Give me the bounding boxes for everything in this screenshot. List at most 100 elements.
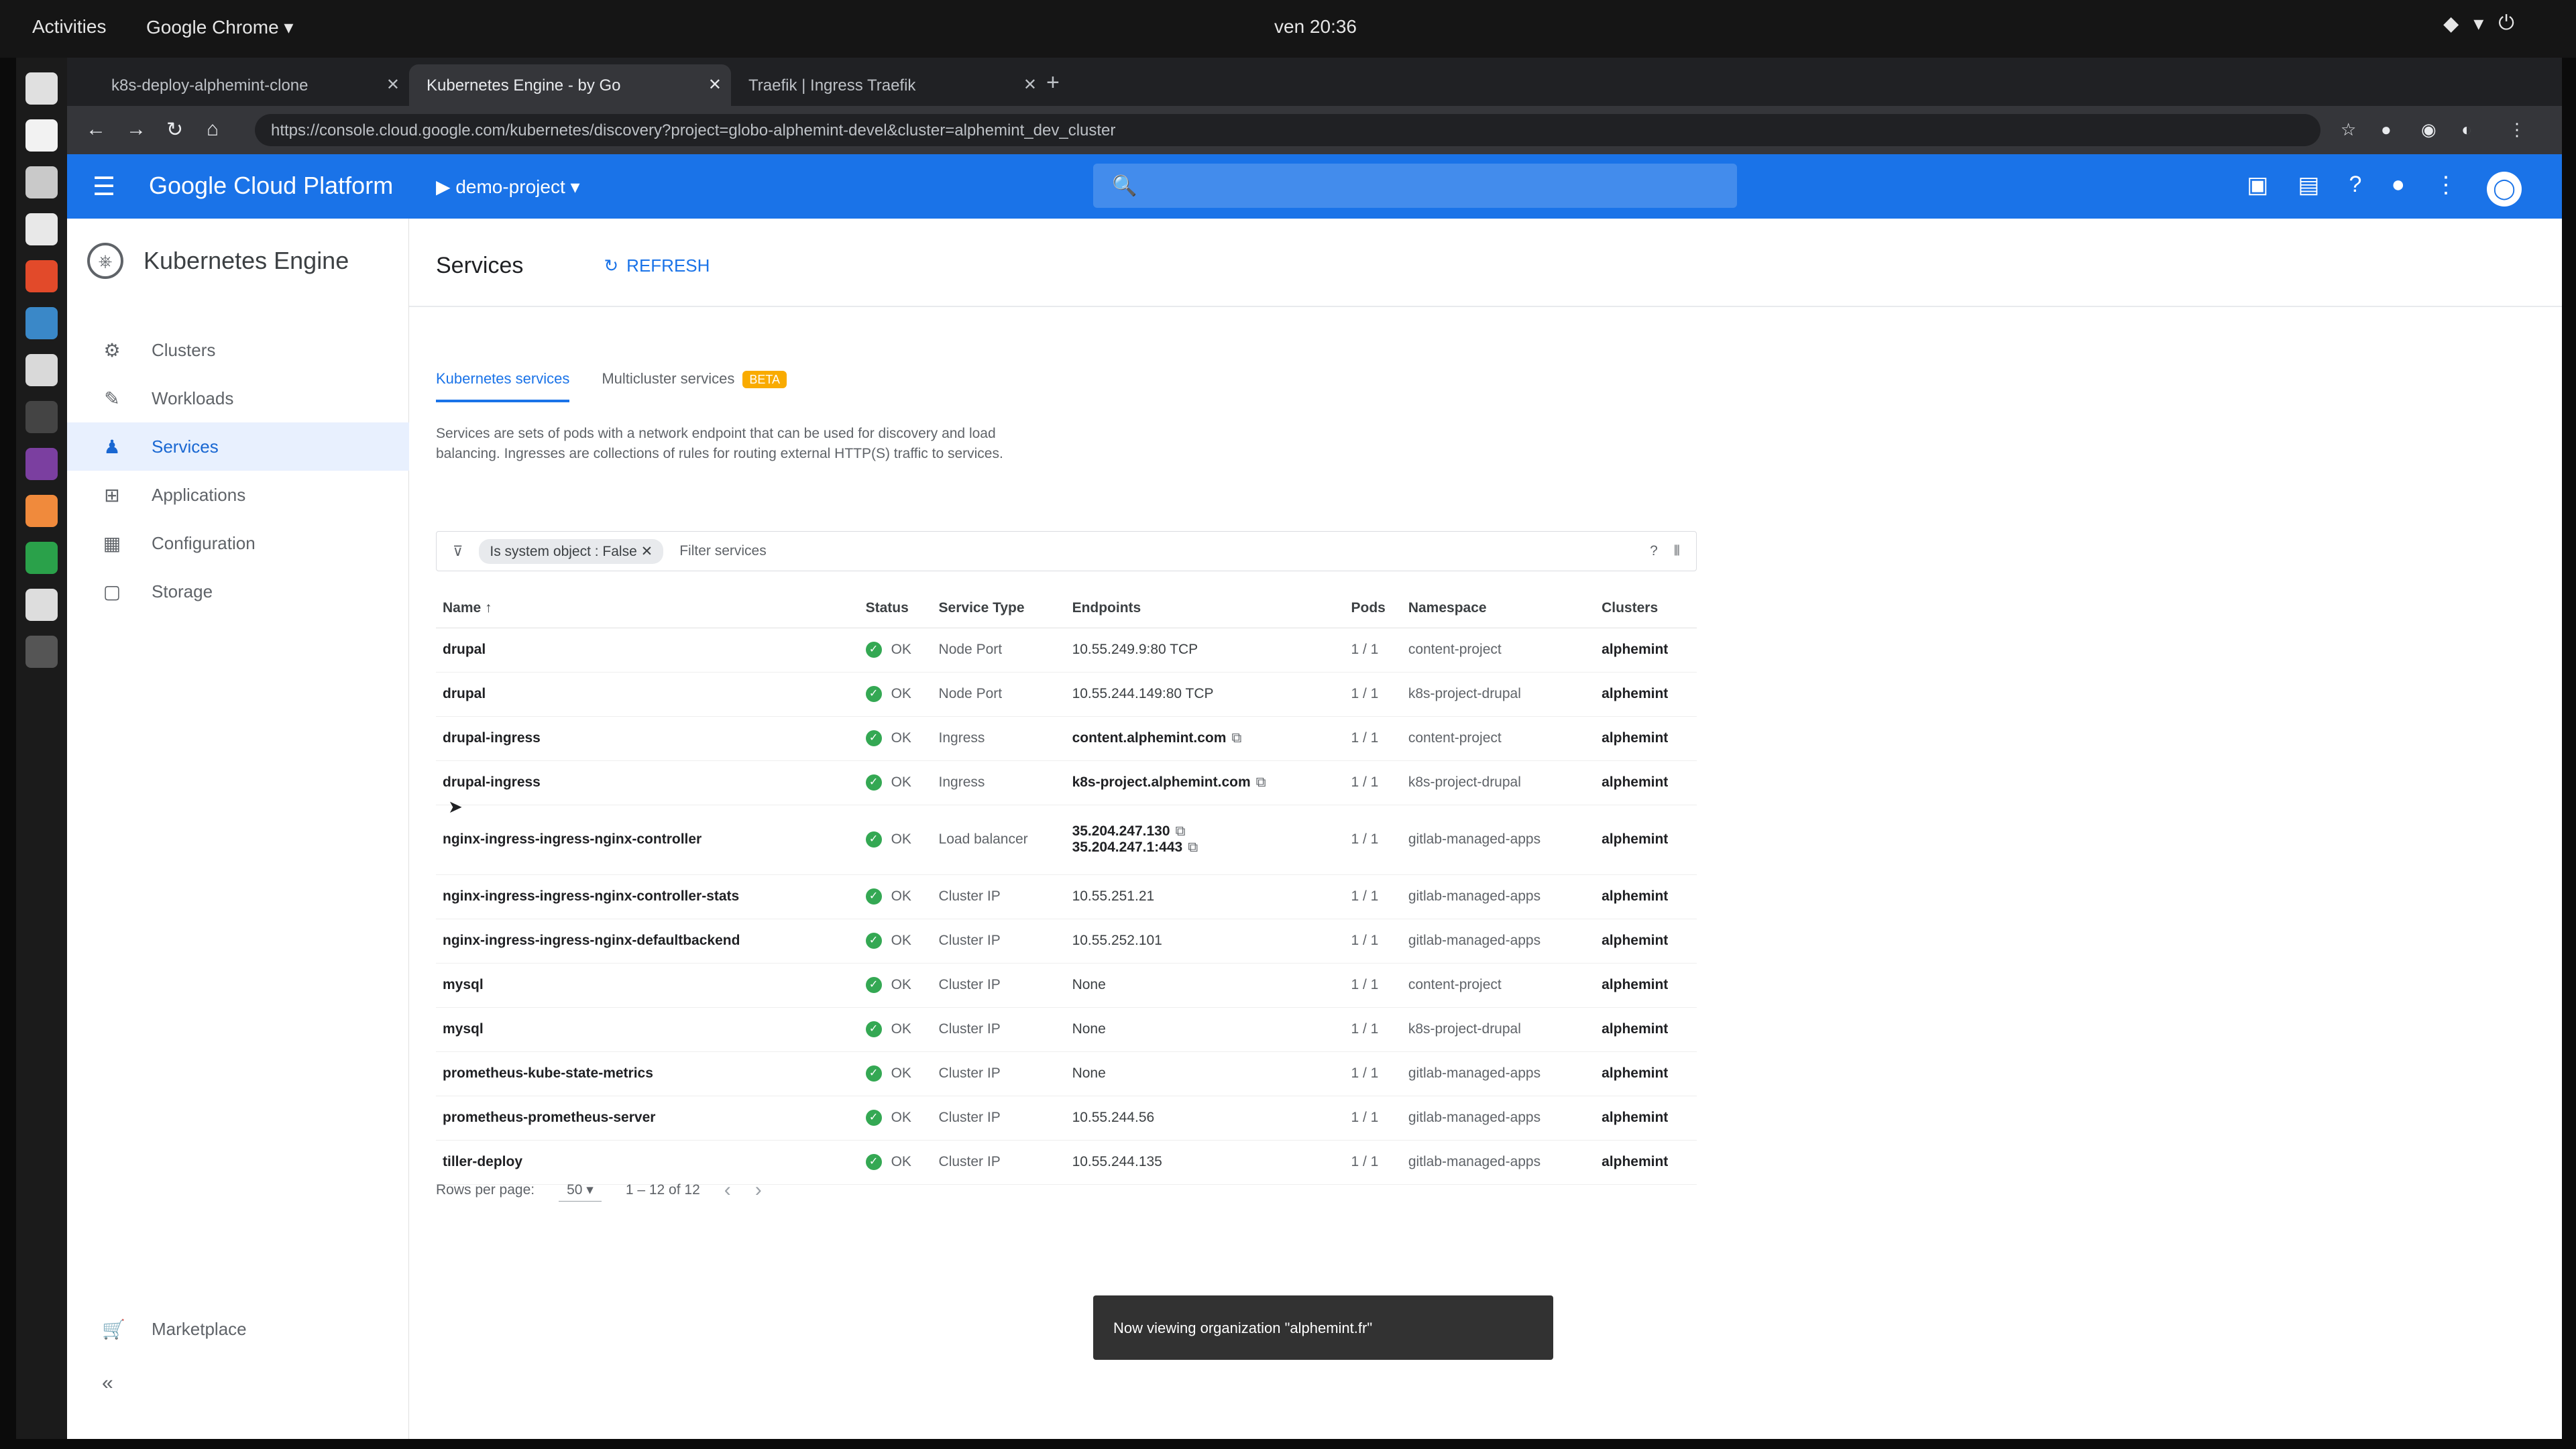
endpoint-link[interactable]: 10.55.252.101 [1072, 933, 1162, 948]
service-name-link[interactable]: drupal-ingress [436, 760, 859, 805]
mail-app-icon[interactable] [25, 166, 58, 198]
more-vert-icon[interactable]: ⋮ [2434, 172, 2457, 207]
endpoint-link[interactable]: 10.55.244.135 [1072, 1154, 1162, 1169]
open-in-new-icon[interactable]: ⧉ [1176, 823, 1186, 839]
gift-icon[interactable]: ▣ [2247, 172, 2268, 207]
service-name-link[interactable]: nginx-ingress-ingress-nginx-controller [436, 805, 859, 875]
cluster-link[interactable]: alphemint [1595, 628, 1697, 673]
system-tray[interactable]: ◆ ▾ ⏻ [2443, 12, 2514, 36]
endpoint-link[interactable]: 10.55.244.56 [1072, 1110, 1155, 1125]
column-header-namespace[interactable]: Namespace [1401, 589, 1595, 628]
column-header-type[interactable]: Service Type [932, 589, 1066, 628]
files-app-icon[interactable] [25, 72, 58, 105]
table-row[interactable]: nginx-ingress-ingress-nginx-defaultbacke… [436, 919, 1697, 964]
table-row[interactable]: drupal ✓ OK Node Port 10.55.249.9:80 TCP 1 / … [436, 628, 1697, 673]
nav-item-workloads[interactable]: ✎ Workloads [67, 374, 409, 422]
open-in-new-icon[interactable]: ⧉ [1256, 774, 1266, 790]
chevron-left-icon[interactable]: ‹ [724, 1179, 731, 1202]
service-name-link[interactable]: nginx-ingress-ingress-nginx-defaultbacke… [436, 919, 859, 964]
home-icon[interactable]: ⌂ [207, 118, 219, 141]
extension-icon[interactable]: ◉ [2421, 119, 2437, 140]
filter-input[interactable]: Filter services [679, 543, 767, 559]
extension-icon[interactable]: ● [2381, 119, 2392, 140]
service-name-link[interactable]: drupal [436, 672, 859, 717]
service-name-link[interactable]: mysql [436, 963, 859, 1008]
cluster-link[interactable]: alphemint [1595, 716, 1697, 761]
project-selector[interactable]: ▶ demo-project ▾ [436, 176, 580, 198]
cluster-link[interactable]: alphemint [1595, 874, 1697, 919]
open-in-new-icon[interactable]: ⧉ [1231, 730, 1241, 746]
service-name-link[interactable]: prometheus-kube-state-metrics [436, 1051, 859, 1096]
cluster-link[interactable]: alphemint [1595, 760, 1697, 805]
nav-item-marketplace[interactable]: 🛒 Marketplace [67, 1305, 409, 1353]
cluster-link[interactable]: alphemint [1595, 1096, 1697, 1141]
clock[interactable]: ven 20:36 [1274, 16, 1357, 38]
browser-tab-active[interactable]: Kubernetes Engine - by Go ✕ [409, 64, 731, 106]
url-input[interactable]: https://console.cloud.google.com/kuberne… [255, 114, 2320, 146]
column-header-status[interactable]: Status [858, 589, 932, 628]
open-in-new-icon[interactable]: ⧉ [1188, 839, 1198, 855]
help-icon[interactable]: ? [1650, 543, 1658, 559]
service-name-link[interactable]: prometheus-prometheus-server [436, 1096, 859, 1141]
table-row[interactable]: prometheus-kube-state-metrics ✓ OK Cluster … [436, 1051, 1697, 1096]
extension-icon[interactable]: ◐ [2461, 119, 2472, 140]
endpoint-link[interactable]: None [1072, 977, 1106, 992]
search-input[interactable]: 🔍 [1093, 164, 1737, 208]
service-name-link[interactable]: tiller-deploy [436, 1140, 859, 1185]
vscode-app-icon[interactable] [25, 307, 58, 339]
firefox-app-icon[interactable] [25, 495, 58, 527]
nav-item-storage[interactable]: ▢ Storage [67, 567, 409, 616]
cluster-link[interactable]: alphemint [1595, 672, 1697, 717]
help-app-icon[interactable] [25, 636, 58, 668]
rows-per-page-select[interactable]: 50 ▾ [559, 1179, 602, 1202]
cluster-link[interactable]: alphemint [1595, 1140, 1697, 1185]
table-row[interactable]: drupal-ingress ✓ OK Ingress content.alphemin… [436, 716, 1697, 761]
service-name-link[interactable]: mysql [436, 1007, 859, 1052]
terminal-app-icon[interactable] [25, 119, 58, 152]
table-row[interactable]: mysql ✓ OK Cluster IP None 1 / 1 k8s-project-d… [436, 1007, 1697, 1052]
endpoint-link[interactable]: 10.55.249.9:80 TCP [1072, 642, 1198, 657]
endpoint-link[interactable]: content.alphemint.com [1072, 730, 1227, 746]
cluster-link[interactable]: alphemint [1595, 1051, 1697, 1096]
table-row[interactable]: nginx-ingress-ingress-nginx-controller-s… [436, 874, 1697, 919]
filter-chip[interactable]: Is system object : False ✕ [479, 538, 664, 564]
table-row[interactable]: mysql ✓ OK Cluster IP None 1 / 1 content-proje… [436, 963, 1697, 1008]
app-menu[interactable]: Google Chrome ▾ [146, 16, 294, 38]
endpoint-link[interactable]: k8s-project.alphemint.com [1072, 774, 1251, 790]
service-name-link[interactable]: drupal-ingress [436, 716, 859, 761]
chrome-app-icon[interactable] [25, 542, 58, 574]
cluster-link[interactable]: alphemint [1595, 919, 1697, 964]
table-row[interactable]: drupal-ingress ✓ OK Ingress k8s-project.alph… [436, 760, 1697, 805]
cloud-shell-icon[interactable]: ▤ [2298, 172, 2319, 207]
chevron-right-icon[interactable]: › [755, 1179, 762, 1202]
settings-app-icon[interactable] [25, 401, 58, 433]
browser-tab[interactable]: Traefik | Ingress Traefik ✕ [731, 64, 1046, 106]
forward-icon[interactable]: → [126, 118, 146, 141]
column-header-endpoints[interactable]: Endpoints [1065, 589, 1345, 628]
column-header-clusters[interactable]: Clusters [1595, 589, 1697, 628]
bookmark-star-icon[interactable]: ☆ [2341, 119, 2356, 140]
columns-icon[interactable]: ⦀ [1674, 543, 1680, 559]
table-row[interactable]: drupal ✓ OK Node Port 10.55.244.149:80 TCP 1 … [436, 672, 1697, 717]
steam-app-icon[interactable] [25, 589, 58, 621]
filter-bar[interactable]: ⊽ Is system object : False ✕ Filter serv… [436, 531, 1697, 571]
endpoint-link[interactable]: 35.204.247.1:443 [1072, 839, 1183, 855]
close-icon[interactable]: ✕ [386, 75, 400, 95]
notifications-icon[interactable]: ● [2391, 172, 2405, 207]
profile-icon[interactable]: ⋮ [2508, 119, 2526, 140]
browser-tab[interactable]: k8s-deploy-alphemint-clone ✕ [94, 64, 409, 106]
refresh-button[interactable]: ↻ REFRESH [604, 255, 710, 276]
tab-multicluster-services[interactable]: Multicluster services BETA [602, 370, 787, 402]
column-header-pods[interactable]: Pods [1344, 589, 1402, 628]
back-icon[interactable]: ← [86, 118, 106, 141]
reload-icon[interactable]: ↻ [166, 118, 183, 141]
cluster-link[interactable]: alphemint [1595, 805, 1697, 875]
tab-kubernetes-services[interactable]: Kubernetes services [436, 370, 570, 402]
nav-item-clusters[interactable]: ⚙ Clusters [67, 326, 409, 374]
cluster-link[interactable]: alphemint [1595, 963, 1697, 1008]
screenshot-app-icon[interactable] [25, 354, 58, 386]
endpoint-link[interactable]: None [1072, 1021, 1106, 1037]
collapse-nav-icon[interactable]: « [102, 1372, 113, 1395]
nav-item-configuration[interactable]: ▦ Configuration [67, 519, 409, 567]
menu-icon[interactable]: ☰ [93, 172, 115, 202]
